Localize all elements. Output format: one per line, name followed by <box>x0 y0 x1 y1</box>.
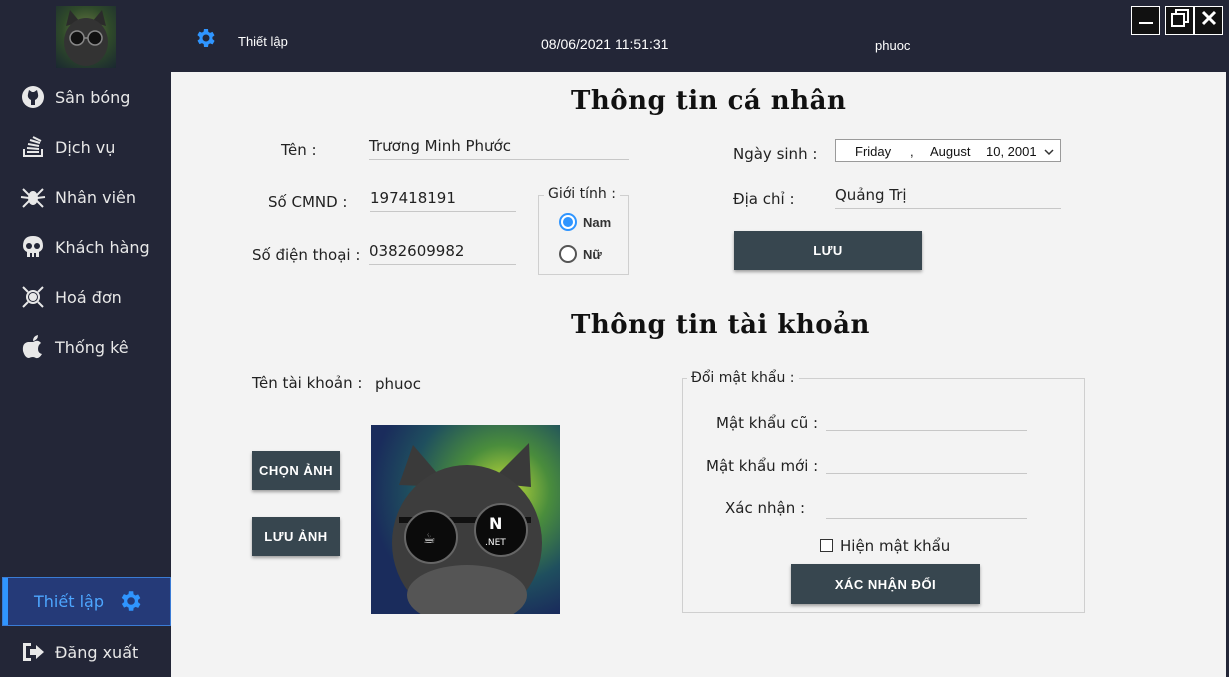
save-image-button[interactable]: LƯU ẢNH <box>252 517 340 556</box>
sidebar-item-label: Sân bóng <box>55 87 131 107</box>
current-username: phuoc <box>875 38 911 53</box>
sidebar-item-nhan-vien[interactable]: Nhân viên <box>0 177 171 217</box>
new-password-field[interactable] <box>826 453 1027 474</box>
birth-sep: , <box>910 144 914 159</box>
birth-label: Ngày sinh : <box>733 145 818 163</box>
sidebar-item-label: Khách hàng <box>55 237 150 257</box>
avatar <box>56 6 116 68</box>
name-field[interactable]: Trương Minh Phước <box>369 137 629 160</box>
github-icon <box>20 84 46 110</box>
restore-icon <box>1170 9 1189 32</box>
sidebar-item-hoa-don[interactable]: Hoá đơn <box>0 277 171 317</box>
sidebar-item-khach-hang[interactable]: Khách hàng <box>0 227 171 267</box>
sidebar-item-label: Nhân viên <box>55 187 137 207</box>
old-password-field[interactable] <box>826 410 1027 431</box>
logout-icon <box>20 639 46 665</box>
address-field[interactable]: Quảng Trị <box>835 186 1061 209</box>
chevron-down-icon[interactable] <box>1044 145 1054 160</box>
sidebar-item-thong-ke[interactable]: Thống kê <box>0 327 171 367</box>
sidebar: Sân bóng Dịch vụ Nhân viên Khách hàng Ho… <box>0 0 171 677</box>
personal-info-title: Thông tin cá nhân <box>571 86 847 116</box>
active-indicator <box>3 578 8 625</box>
show-password-label[interactable]: Hiện mật khẩu <box>840 537 950 555</box>
choose-image-button[interactable]: CHỌN ẢNH <box>252 451 340 490</box>
birth-datepicker[interactable]: Friday , August 10, 2001 <box>835 139 1061 162</box>
profile-image: ☕ N .NET <box>371 425 560 614</box>
confirm-change-button[interactable]: XÁC NHẬN ĐỔI <box>791 564 980 604</box>
sidebar-item-label: Đăng xuất <box>55 642 139 662</box>
confirm-password-field[interactable] <box>826 498 1027 519</box>
id-field[interactable]: 197418191 <box>370 189 516 212</box>
confirm-password-label: Xác nhận : <box>725 499 806 517</box>
stack-icon <box>20 134 46 160</box>
address-label: Địa chỉ : <box>733 190 795 208</box>
main-panel: Thông tin cá nhân Tên : Trương Minh Phướ… <box>171 72 1226 677</box>
birth-month: August <box>930 144 971 159</box>
spider-icon <box>20 184 46 210</box>
apple-icon <box>20 334 46 360</box>
radio-checked[interactable] <box>559 213 577 231</box>
topbar-setting-label[interactable]: Thiết lập <box>238 34 288 49</box>
phone-field[interactable]: 0382609982 <box>369 242 516 265</box>
sidebar-item-thiet-lap[interactable]: Thiết lập <box>2 577 171 626</box>
gender-title: Giới tính : <box>544 186 620 202</box>
change-password-title: Đổi mật khẩu : <box>687 370 799 386</box>
minimize-icon <box>1138 10 1154 31</box>
birth-date: 10, 2001 <box>986 144 1037 159</box>
datetime-display: 08/06/2021 11:51:31 <box>541 36 669 52</box>
gender-male-label: Nam <box>583 214 612 230</box>
bug-icon <box>20 284 46 310</box>
sidebar-item-dang-xuat[interactable]: Đăng xuất <box>0 632 171 672</box>
sidebar-item-dich-vu[interactable]: Dịch vụ <box>0 127 171 167</box>
save-button[interactable]: LƯU <box>734 231 922 270</box>
gender-female-label: Nữ <box>583 246 602 262</box>
username-value: phuoc <box>375 375 421 393</box>
gender-radio-male[interactable]: Nam <box>559 213 611 231</box>
birth-day: Friday <box>855 144 892 159</box>
username-label: Tên tài khoản : <box>252 374 363 392</box>
gear-icon <box>117 588 143 619</box>
maximize-button[interactable] <box>1165 6 1194 35</box>
account-info-title: Thông tin tài khoản <box>571 310 870 340</box>
skull-icon <box>20 234 46 260</box>
radio-unchecked[interactable] <box>559 245 577 263</box>
name-label: Tên : <box>281 141 317 159</box>
phone-label: Số điện thoại : <box>252 246 361 264</box>
sidebar-item-san-bong[interactable]: Sân bóng <box>0 77 171 117</box>
gear-icon[interactable] <box>193 26 217 50</box>
old-password-label: Mật khẩu cũ : <box>716 414 819 432</box>
id-label: Số CMND : <box>268 193 348 211</box>
gender-radio-female[interactable]: Nữ <box>559 245 602 263</box>
svg-text:.NET: .NET <box>485 538 506 548</box>
new-password-label: Mật khẩu mới : <box>706 457 819 475</box>
sidebar-item-label: Thống kê <box>55 337 129 357</box>
sidebar-item-label: Dịch vụ <box>55 137 116 157</box>
svg-text:N: N <box>489 514 502 533</box>
sidebar-item-label: Hoá đơn <box>55 287 122 307</box>
minimize-button[interactable] <box>1131 6 1160 35</box>
show-password-checkbox[interactable] <box>820 539 833 552</box>
close-button[interactable] <box>1194 6 1223 35</box>
svg-text:☕: ☕ <box>423 531 436 547</box>
topbar: Thiết lập 08/06/2021 11:51:31 phuoc <box>171 0 1229 72</box>
sidebar-item-label: Thiết lập <box>34 592 104 611</box>
gender-group <box>538 195 629 275</box>
close-icon <box>1201 10 1217 31</box>
